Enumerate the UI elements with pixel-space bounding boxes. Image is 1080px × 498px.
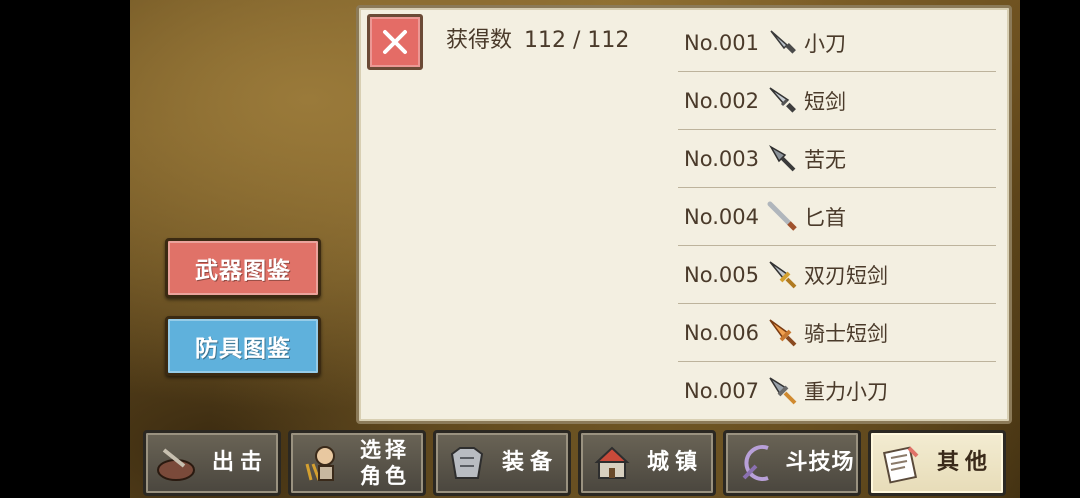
nav-label: 其他 bbox=[936, 450, 993, 475]
nav-equipment-button[interactable]: 装备 bbox=[433, 430, 571, 496]
armor-icon bbox=[442, 438, 492, 488]
item-number: No.006 bbox=[684, 320, 759, 345]
nav-label-line1: 选择 bbox=[360, 438, 410, 462]
nav-label: 斗技场 bbox=[785, 450, 855, 475]
weapons-catalog-button[interactable]: 武器图鉴 bbox=[165, 238, 321, 298]
list-item[interactable]: No.005 双刃短剑 bbox=[678, 246, 996, 304]
item-number: No.007 bbox=[684, 379, 759, 403]
item-name: 短剑 bbox=[804, 89, 846, 114]
nav-other-button[interactable]: 其他 bbox=[868, 430, 1006, 496]
dagger-icon bbox=[766, 200, 800, 234]
list-item[interactable]: No.007 重力小刀 bbox=[678, 362, 996, 420]
arena-icon bbox=[732, 438, 782, 488]
kunai-icon bbox=[766, 142, 800, 176]
item-name: 骑士短剑 bbox=[804, 321, 888, 346]
list-item[interactable]: No.004 匕首 bbox=[678, 188, 996, 246]
weapon-list: No.001 小刀 No.002 短剑 No.003 苦无 No.004 匕首 … bbox=[678, 14, 996, 420]
nav-select-character-button[interactable]: 选择 角色 bbox=[288, 430, 426, 496]
close-button[interactable] bbox=[367, 14, 423, 70]
bottom-nav: 出击 选择 角色 装备 城镇 斗技场 其他 bbox=[140, 427, 1006, 496]
character-icon bbox=[297, 438, 347, 488]
list-item[interactable]: No.003 苦无 bbox=[678, 130, 996, 188]
weapons-catalog-label: 武器图鉴 bbox=[195, 258, 291, 284]
nav-label: 出击 bbox=[211, 450, 268, 475]
list-item[interactable]: No.001 小刀 bbox=[678, 14, 996, 72]
knight-sword-icon bbox=[766, 316, 800, 350]
item-name: 苦无 bbox=[804, 147, 846, 172]
item-number: No.004 bbox=[684, 204, 759, 229]
item-name: 重力小刀 bbox=[804, 380, 888, 404]
scroll-icon bbox=[877, 438, 927, 488]
item-number: No.005 bbox=[684, 262, 759, 287]
armor-catalog-button[interactable]: 防具图鉴 bbox=[165, 316, 321, 376]
short-sword-icon bbox=[766, 84, 800, 118]
nav-arena-button[interactable]: 斗技场 bbox=[723, 430, 861, 496]
item-number: No.003 bbox=[684, 146, 759, 171]
nav-sortie-button[interactable]: 出击 bbox=[143, 430, 281, 496]
nav-town-button[interactable]: 城镇 bbox=[578, 430, 716, 496]
nav-label-line2: 角色 bbox=[360, 464, 410, 488]
item-number: No.001 bbox=[684, 30, 759, 55]
nav-label: 装备 bbox=[501, 450, 558, 475]
obtained-count: 获得数 112 / 112 bbox=[446, 22, 629, 54]
gravity-knife-icon bbox=[766, 374, 800, 408]
list-item[interactable]: No.006 骑士短剑 bbox=[678, 304, 996, 362]
armor-catalog-label: 防具图鉴 bbox=[195, 336, 291, 362]
obtained-count-value: 112 / 112 bbox=[524, 28, 630, 53]
obtained-count-label: 获得数 bbox=[446, 28, 513, 53]
twin-blade-icon bbox=[766, 258, 800, 292]
item-number: No.002 bbox=[684, 88, 759, 113]
knife-icon bbox=[766, 26, 800, 60]
town-icon bbox=[587, 438, 637, 488]
sortie-icon bbox=[152, 438, 202, 488]
close-icon bbox=[383, 30, 407, 54]
nav-label: 城镇 bbox=[646, 450, 703, 475]
item-name: 小刀 bbox=[804, 31, 846, 56]
item-name: 匕首 bbox=[804, 205, 846, 230]
list-item[interactable]: No.002 短剑 bbox=[678, 72, 996, 130]
item-name: 双刃短剑 bbox=[804, 263, 888, 288]
nav-label: 选择 角色 bbox=[347, 437, 423, 489]
